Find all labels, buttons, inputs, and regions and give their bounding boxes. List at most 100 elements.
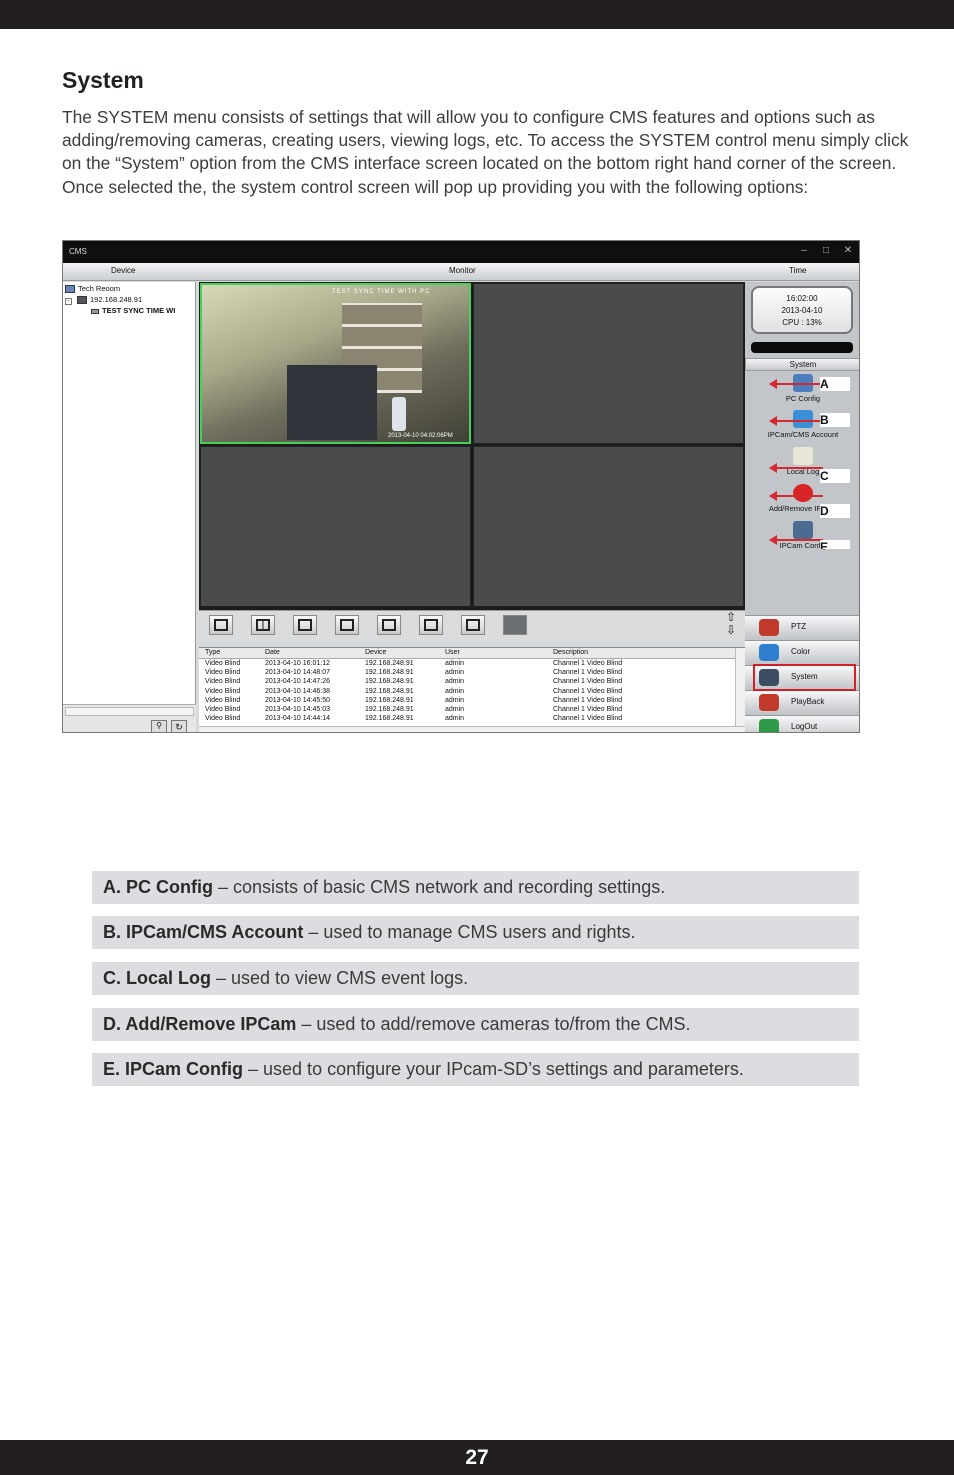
top-bar [0,0,954,29]
table-row[interactable]: Video Blind 2013-04-10 14:47:26 192.168.24… [199,678,735,687]
tree-camera[interactable]: TEST SYNC TIME WI [91,306,175,315]
nav-button-logout[interactable]: LogOut [745,715,859,732]
color-icon [759,644,779,661]
log-cell-device: 192.168.248.91 [365,706,414,713]
cms-window-title: CMS [69,247,87,256]
layout-25-icon[interactable] [461,615,485,635]
layout-6-icon[interactable] [293,615,317,635]
log-cell-user: admin [445,669,465,677]
server-image [287,365,377,440]
log-cell-type: Video Blind [205,715,241,723]
log-cell-device: 192.168.248.91 [365,687,414,695]
camera-config-icon [793,521,813,539]
logout-icon [759,719,779,732]
callout-item: C. Local Log – used to view CMS event lo… [92,962,859,995]
nav-button-ptz[interactable]: PTZ [745,615,859,638]
callout-item: B. IPCam/CMS Account – used to manage CM… [92,916,859,949]
dvr-icon [77,296,87,305]
vertical-scrollbar[interactable] [735,648,745,726]
video-cell-1[interactable]: TEST SYNC TIME WITH PC 2013-04-10 04:02:… [200,283,471,444]
clock-time: 16:02:00 [786,294,818,303]
horizontal-scrollbar[interactable] [65,707,194,716]
label-e: E [820,540,850,549]
refresh-icon[interactable]: ↻ [171,720,187,732]
nav-button-color[interactable]: Color [745,640,859,663]
log-cell-description: Channel 1 Video Blind [553,669,623,677]
nav-button-label: Color [791,647,811,656]
log-horizontal-scrollbar[interactable] [199,726,745,732]
layout-1-icon[interactable] [209,615,233,635]
log-cell-device: 192.168.248.91 [365,660,414,667]
system-item-label: IPCam/CMS Account [767,430,839,439]
tree-device[interactable]: -192.168.248.91 [65,295,142,305]
table-row[interactable]: Video Blind 2013-04-10 14:45:50 192.168.24… [199,697,735,706]
log-cell-date: 2013-04-10 14:46:38 [265,687,330,695]
intro-paragraph: The SYSTEM menu consists of settings tha… [62,107,909,197]
collapse-icon[interactable]: - [65,298,72,305]
log-cell-device: 192.168.248.91 [365,669,414,677]
clock-date: 2013-04-10 [781,306,823,315]
tree-root[interactable]: Tech Reoom [65,284,120,294]
callout-item: D. Add/Remove IPCam – used to add/remove… [92,1008,859,1041]
log-cell-type: Video Blind [205,696,241,704]
log-cell-description: Channel 1 Video Blind [553,715,623,723]
video-cell-2[interactable] [473,283,744,444]
callout-term: C. Local Log [103,968,211,988]
callout-term: A. PC Config [103,877,213,897]
layout-16-icon[interactable] [419,615,443,635]
log-col-type[interactable]: Type [205,649,220,656]
table-row[interactable]: Video Blind 2013-04-10 14:48:07 192.168.24… [199,669,735,678]
callout-item: E. IPCam Config – used to configure your… [92,1053,859,1086]
event-log-table: Type Date Device User Description Video … [199,647,745,732]
video-cell-3[interactable] [200,446,471,607]
page-number: 27 [0,1440,954,1475]
layout-9-icon[interactable] [335,615,359,635]
video-cell-4[interactable] [473,446,744,607]
table-row[interactable]: Video Blind 2013-04-10 14:44:14 192.168.24… [199,715,735,724]
table-row[interactable]: Video Blind 2013-04-10 16:01:12 192.168.24… [199,660,735,669]
callout-term: E. IPCam Config [103,1059,244,1079]
layout-4-icon[interactable] [251,615,275,635]
table-row[interactable]: Video Blind 2013-04-10 14:45:03 192.168.24… [199,706,735,715]
users-icon [793,410,813,428]
time-header: Time [789,266,807,275]
layout-12-icon[interactable] [377,615,401,635]
log-cell-date: 2013-04-10 14:45:50 [265,696,330,704]
camera-icon [91,308,99,314]
cms-header: Device Monitor Time [63,263,859,281]
log-cell-user: admin [445,660,465,667]
log-cell-user: admin [445,687,465,695]
log-col-user[interactable]: User [445,649,460,656]
log-cell-type: Video Blind [205,706,241,713]
log-cell-user: admin [445,678,465,686]
log-cell-date: 2013-04-10 16:01:12 [265,660,330,667]
search-icon[interactable]: ⚲ [151,720,167,732]
log-col-date[interactable]: Date [265,649,280,656]
system-menu-header: System [745,358,859,371]
system-highlight-box [753,664,856,691]
callout-description: – used to view CMS event logs. [211,968,469,988]
callout-item: A. PC Config – consists of basic CMS net… [92,871,859,904]
network-icon [65,285,75,294]
callout-term: D. Add/Remove IPCam [103,1014,297,1034]
nav-button-playback[interactable]: PlayBack [745,690,859,713]
log-cell-date: 2013-04-10 14:48:07 [265,669,330,677]
maximize-icon[interactable]: □ [819,244,833,258]
record-icon [793,484,813,502]
device-header: Device [111,266,136,275]
scroll-arrows-icon[interactable]: ⇧ ⇩ [722,611,740,639]
log-cell-device: 192.168.248.91 [365,678,414,686]
callout-description: – used to configure your IPcam-SD’s sett… [243,1059,744,1079]
monitor-grid: TEST SYNC TIME WITH PC 2013-04-10 04:02:… [199,282,745,610]
log-col-description[interactable]: Description [553,649,588,656]
section-title: System [62,67,144,93]
fullscreen-icon[interactable] [503,615,527,635]
minimize-icon[interactable]: – [797,244,811,258]
log-cell-type: Video Blind [205,678,241,686]
log-col-device[interactable]: Device [365,649,386,656]
table-row[interactable]: Video Blind 2013-04-10 14:46:38 192.168.24… [199,688,735,697]
callout-description: – used to add/remove cameras to/from the… [296,1014,691,1034]
label-a: A [820,377,850,391]
log-cell-type: Video Blind [205,660,241,667]
close-icon[interactable]: ✕ [841,244,855,258]
